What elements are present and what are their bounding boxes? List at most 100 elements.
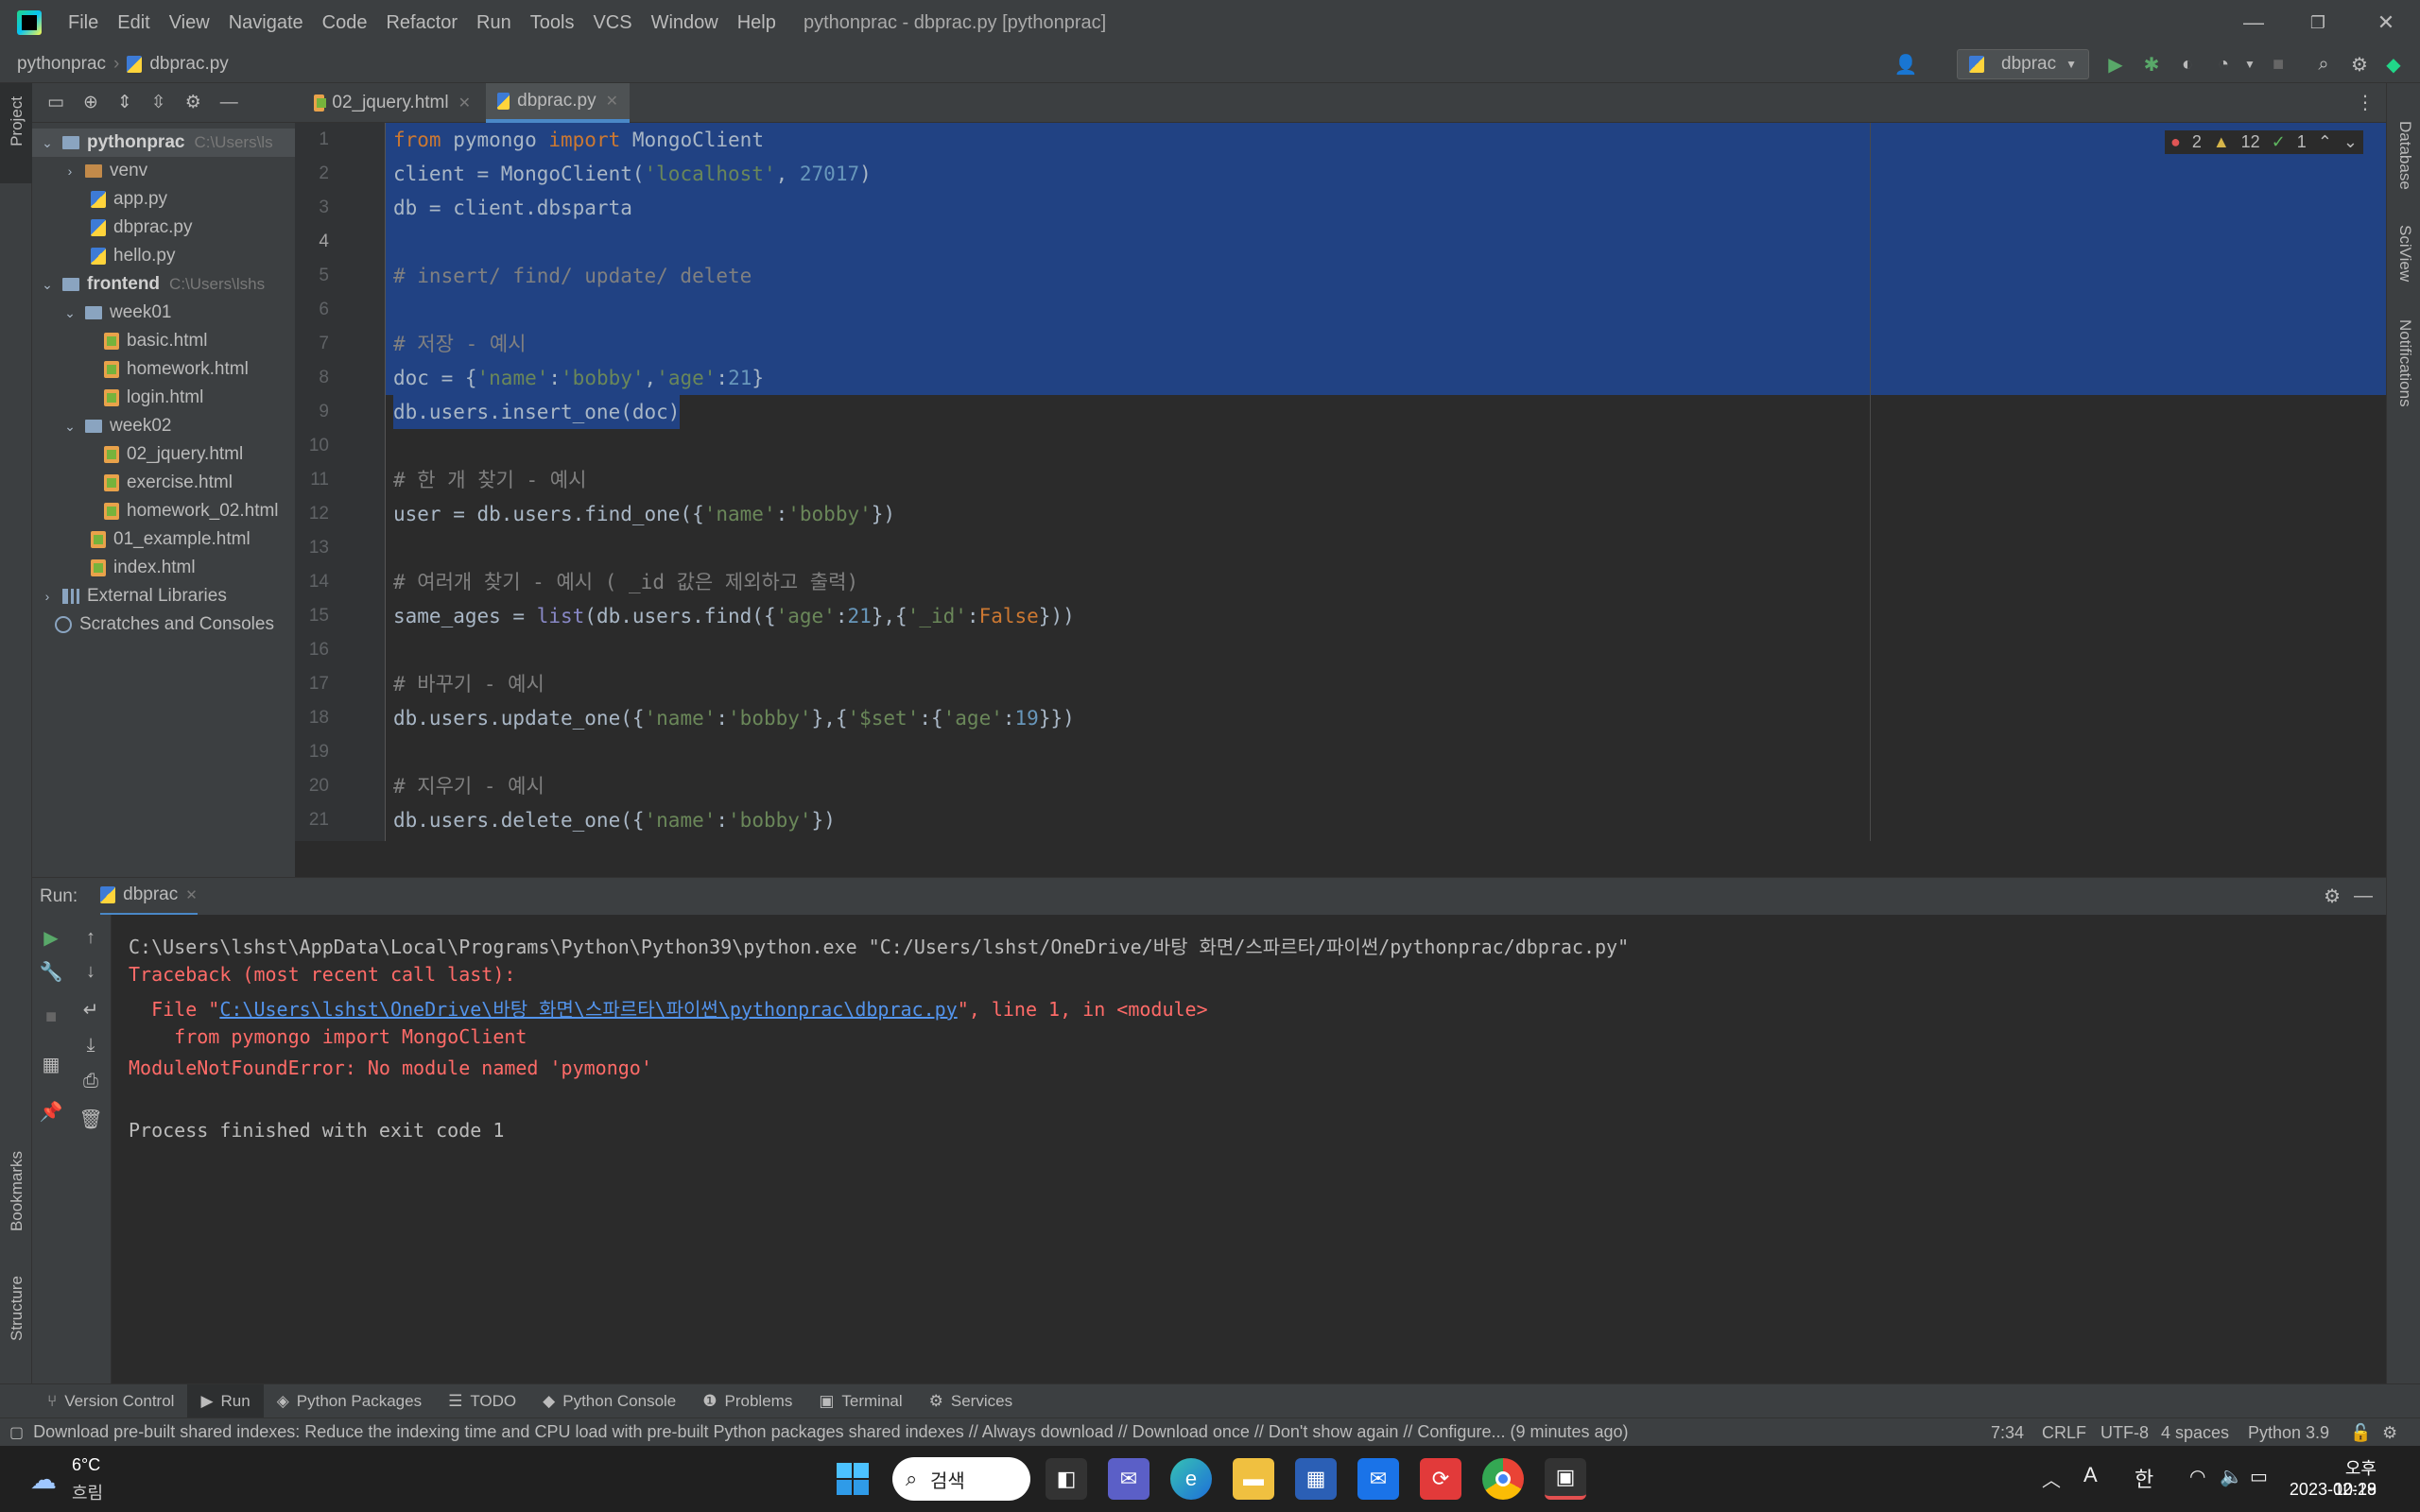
pin-icon[interactable]: 📌 <box>40 1100 63 1123</box>
battery-icon[interactable]: ▭ <box>2250 1465 2268 1488</box>
close-button[interactable]: ✕ <box>2354 0 2418 45</box>
code-with-me-icon[interactable]: ◆ <box>2382 53 2405 76</box>
code-line[interactable]: # 여러개 찾기 - 예시 ( _id 값은 제외하고 출력) <box>393 565 858 599</box>
sciview-tool-button[interactable]: SciView <box>2395 225 2414 282</box>
trash-icon[interactable]: 🗑 <box>78 1108 102 1130</box>
layout-toggle-icon[interactable]: ▢ <box>9 1423 24 1442</box>
chevron-down-icon[interactable]: ⌄ <box>40 135 55 151</box>
volume-icon[interactable]: 🔈 <box>2220 1465 2243 1488</box>
close-icon[interactable]: ✕ <box>458 94 471 112</box>
menu-tools[interactable]: Tools <box>521 0 584 45</box>
mail-icon[interactable]: ✉ <box>1357 1458 1399 1500</box>
file-explorer-icon[interactable]: ▬ <box>1233 1458 1274 1500</box>
taskbar-search[interactable]: ⌕ 검색 <box>892 1457 1030 1501</box>
code-line[interactable]: client = MongoClient('localhost', 27017) <box>393 157 872 191</box>
up-arrow-icon[interactable]: ↑ <box>79 926 102 949</box>
project-view-icon[interactable]: ▭ <box>47 92 64 113</box>
code-line[interactable]: db.users.update_one({'name':'bobby'},{'$… <box>393 701 1075 735</box>
hide-panel-icon[interactable]: — <box>2354 885 2373 907</box>
windows-start-icon[interactable] <box>832 1458 873 1500</box>
console-file-link[interactable]: C:\Users\lshst\OneDrive\바탕 화면\스파르타\파이썬\p… <box>219 998 957 1021</box>
database-tool-button[interactable]: Database <box>2395 121 2414 190</box>
menu-code[interactable]: Code <box>313 0 377 45</box>
weather-cloud-icon[interactable]: ☁ <box>23 1458 64 1500</box>
stop-icon[interactable]: ■ <box>40 1005 62 1028</box>
code-line[interactable]: # 바꾸기 - 예시 <box>393 667 544 701</box>
minimize-button[interactable]: — <box>2221 0 2286 45</box>
caret-position[interactable]: 7:34 <box>1991 1418 2024 1447</box>
structure-tool-button[interactable]: Structure <box>8 1276 26 1341</box>
rerun-icon[interactable]: ▶ <box>40 926 62 949</box>
sync-app-icon[interactable]: ⟳ <box>1420 1458 1461 1500</box>
menu-window[interactable]: Window <box>642 0 728 45</box>
task-view-icon[interactable]: ◧ <box>1046 1458 1087 1500</box>
code-line[interactable]: db.users.delete_one({'name':'bobby'}) <box>393 803 836 837</box>
next-highlight-icon[interactable]: ⌄ <box>2343 132 2358 152</box>
scroll-to-end-icon[interactable]: ⤓ <box>79 1034 102 1057</box>
ime-mode-han[interactable]: 한 <box>2135 1463 2153 1493</box>
menu-refactor[interactable]: Refactor <box>376 0 467 45</box>
tree-item-week01[interactable]: ⌄ week01 <box>32 299 295 327</box>
breadcrumb-project[interactable]: pythonprac <box>17 54 106 75</box>
wrench-icon[interactable]: 🔧 <box>40 960 63 983</box>
notifications-tool-button[interactable]: Notifications <box>2395 319 2414 407</box>
bookmarks-tool-button[interactable]: Bookmarks <box>8 1151 26 1231</box>
print-icon[interactable]: ⎙ <box>79 1070 102 1092</box>
code-line[interactable]: user = db.users.find_one({'name':'bobby'… <box>393 497 895 531</box>
chevron-down-icon[interactable]: ⌄ <box>40 277 55 293</box>
code-line[interactable]: # insert/ find/ update/ delete <box>393 259 752 293</box>
menu-run[interactable]: Run <box>467 0 521 45</box>
chevron-right-icon[interactable]: › <box>40 589 55 604</box>
run-configuration-select[interactable]: dbprac ▼ <box>1957 49 2089 79</box>
ime-mode-a[interactable]: A <box>2083 1463 2098 1487</box>
tree-item-external-libraries[interactable]: › External Libraries <box>32 582 295 610</box>
wifi-icon[interactable]: ◠ <box>2189 1465 2205 1488</box>
run-icon[interactable]: ▶ <box>2104 53 2127 76</box>
chevron-down-icon[interactable]: ▼ <box>2238 53 2261 76</box>
tool-python-console[interactable]: ◆ Python Console <box>529 1384 689 1418</box>
chevron-down-icon[interactable]: ⌄ <box>62 419 78 435</box>
chevron-right-icon[interactable]: › <box>62 163 78 179</box>
search-icon[interactable]: ⌕ <box>2312 53 2335 76</box>
file-encoding[interactable]: UTF-8 <box>2100 1418 2149 1447</box>
layout-icon[interactable]: ▦ <box>40 1053 62 1075</box>
stop-icon[interactable]: ■ <box>2267 53 2290 76</box>
tree-item-venv[interactable]: › venv <box>32 157 295 185</box>
tree-item-hello-py[interactable]: hello.py <box>32 242 295 270</box>
tree-item-scratches-and-consoles[interactable]: Scratches and Consoles <box>32 610 295 639</box>
menu-help[interactable]: Help <box>728 0 786 45</box>
chrome-icon[interactable] <box>1482 1458 1524 1500</box>
tree-item-login-html[interactable]: login.html <box>32 384 295 412</box>
close-icon[interactable]: ✕ <box>606 92 618 111</box>
collapse-all-icon[interactable]: ⇳ <box>151 92 166 113</box>
menu-navigate[interactable]: Navigate <box>219 0 313 45</box>
inspection-widget[interactable]: ● 2 ▲ 12 ✓ 1 ⌃ ⌄ <box>2164 130 2363 154</box>
code-line[interactable]: # 저장 - 예시 <box>393 327 527 361</box>
tool-services[interactable]: ⚙ Services <box>916 1384 1026 1418</box>
expand-all-icon[interactable]: ⇕ <box>117 92 132 113</box>
debug-icon[interactable]: ✱ <box>2140 53 2163 76</box>
tree-item-dbprac-py[interactable]: dbprac.py <box>32 214 295 242</box>
menu-view[interactable]: View <box>160 0 219 45</box>
hide-panel-icon[interactable]: — <box>220 93 238 113</box>
code-line[interactable]: # 지우기 - 예시 <box>393 769 544 803</box>
tab-dbprac-py[interactable]: dbprac.py ✕ <box>486 83 630 123</box>
tool-terminal[interactable]: ▣ Terminal <box>805 1384 915 1418</box>
tree-item-exercise-html[interactable]: exercise.html <box>32 469 295 497</box>
settings-gear-icon[interactable]: ⚙ <box>2348 53 2371 76</box>
notifications-icon[interactable]: ⚙ <box>2382 1418 2397 1447</box>
lock-icon[interactable]: 🔓 <box>2350 1418 2371 1447</box>
tree-item-pythonprac[interactable]: ⌄ pythonprac C:\Users\ls <box>32 129 295 157</box>
tree-item-02-jquery-html[interactable]: 02_jquery.html <box>32 440 295 469</box>
tool-run[interactable]: ▶ Run <box>187 1383 264 1418</box>
menu-edit[interactable]: Edit <box>108 0 159 45</box>
code-line[interactable]: # 한 개 찾기 - 예시 <box>393 463 586 497</box>
settings-gear-icon[interactable]: ⚙ <box>2324 885 2341 908</box>
indent-setting[interactable]: 4 spaces <box>2161 1418 2229 1447</box>
tree-item-homework-html[interactable]: homework.html <box>32 355 295 384</box>
line-separator[interactable]: CRLF <box>2042 1418 2086 1447</box>
tree-item-basic-html[interactable]: basic.html <box>32 327 295 355</box>
status-message[interactable]: Download pre-built shared indexes: Reduc… <box>33 1422 1628 1442</box>
tree-item-index-html[interactable]: index.html <box>32 554 295 582</box>
breadcrumb-file[interactable]: dbprac.py <box>149 54 228 75</box>
